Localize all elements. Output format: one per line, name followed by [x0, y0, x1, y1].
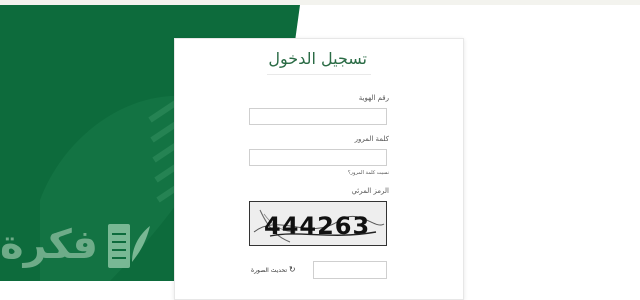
captcha-input[interactable]	[313, 261, 387, 279]
top-strip	[0, 0, 640, 5]
forgot-password-link[interactable]: نسيت كلمة المرور؟	[348, 170, 389, 176]
password-label: كلمة المرور	[354, 135, 389, 143]
refresh-label: تحديث الصورة	[251, 267, 287, 274]
refresh-icon: ↻	[288, 265, 296, 274]
password-input[interactable]	[249, 149, 387, 166]
page-title: تسجيل الدخول	[268, 49, 367, 68]
captcha-label: الرمز المرئي	[351, 187, 389, 195]
id-number-input[interactable]	[249, 108, 387, 125]
refresh-captcha-button[interactable]: ↻ تحديث الصورة	[251, 265, 296, 274]
captcha-image: 444263	[249, 201, 387, 246]
title-divider	[267, 74, 371, 75]
watermark-text: فكرة	[0, 222, 99, 268]
login-card: تسجيل الدخول رقم الهوية كلمة المرور نسيت…	[174, 38, 464, 300]
id-label: رقم الهوية	[358, 94, 389, 102]
captcha-code: 444263	[264, 212, 370, 240]
